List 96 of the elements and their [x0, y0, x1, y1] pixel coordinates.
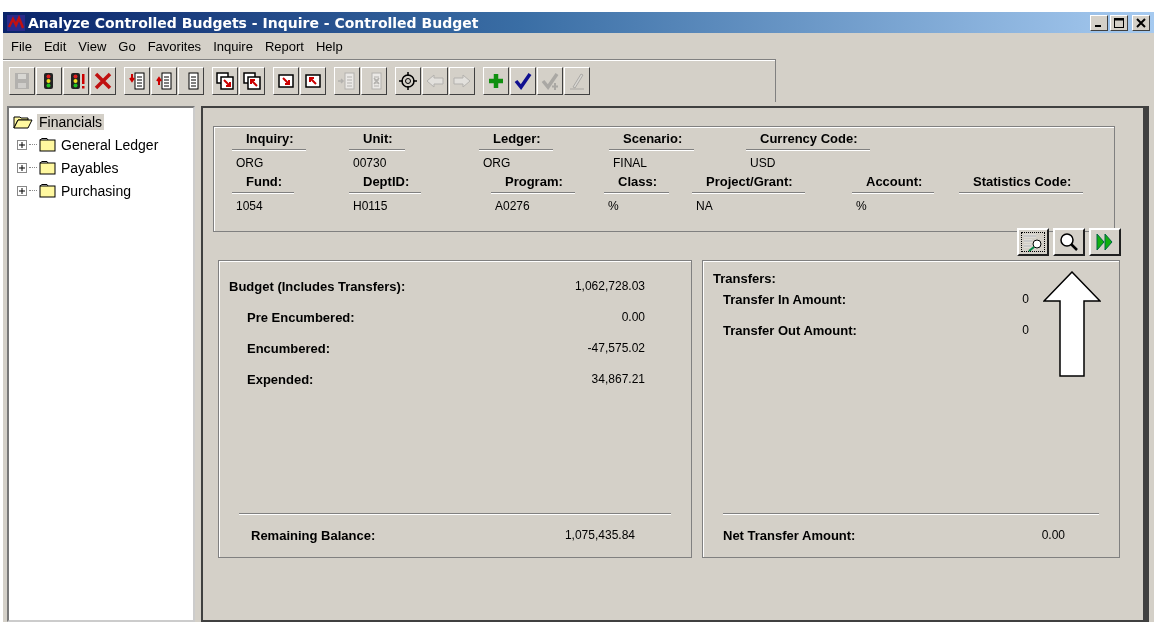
toolbar-button[interactable] — [483, 67, 509, 95]
field-label: Program: — [491, 174, 575, 193]
expand-icon[interactable] — [17, 139, 27, 150]
delete-icon — [93, 71, 113, 91]
toolbar-button[interactable] — [63, 67, 89, 95]
minimize-button[interactable] — [1090, 14, 1108, 31]
expand-icon[interactable] — [17, 162, 27, 173]
toolbar-button[interactable] — [124, 67, 150, 95]
checkmark-icon — [513, 71, 533, 91]
toolbar-button[interactable] — [510, 67, 536, 95]
field-label: Project/Grant: — [692, 174, 805, 193]
field-value: FINAL — [612, 155, 647, 172]
total-label: Remaining Balance: — [251, 528, 376, 543]
toolbar-button[interactable] — [212, 67, 238, 95]
expand-icon[interactable] — [17, 185, 27, 196]
total-label: Net Transfer Amount: — [723, 528, 856, 543]
field-label: Currency Code: — [746, 131, 870, 150]
amount-value: 0 — [1022, 323, 1029, 338]
field-value: A0276 — [494, 198, 530, 215]
section-title: Transfers: — [713, 271, 777, 286]
toolbar-button[interactable] — [178, 67, 204, 95]
arrow-up-left-icon — [303, 71, 323, 91]
app-logo-icon — [7, 14, 25, 31]
amount-label: Budget (Includes Transfers): — [229, 279, 406, 294]
tree-item[interactable]: Payables — [59, 159, 121, 176]
checkmark-plus-icon — [540, 71, 560, 91]
amount-label: Transfer Out Amount: — [723, 323, 857, 338]
tree-item[interactable]: Financials — [37, 113, 105, 130]
toolbar-button[interactable] — [151, 67, 177, 95]
field-label: Ledger: — [479, 131, 553, 150]
amount-label: Expended: — [246, 372, 314, 387]
field-value: 1054 — [235, 198, 263, 215]
window-arrow-up-icon — [242, 71, 262, 91]
amount-label: Pre Encumbered: — [246, 310, 355, 325]
field-value: NA — [695, 198, 713, 215]
field-value: 00730 — [352, 155, 387, 172]
window-title: Analyze Controlled Budgets - Inquire - Controlled Budget — [28, 14, 480, 31]
field-value: ORG — [235, 155, 264, 172]
toolbar-button[interactable] — [36, 67, 62, 95]
toolbar-button[interactable] — [90, 67, 116, 95]
folder-icon — [39, 160, 57, 175]
insert-row-above-icon — [154, 71, 174, 91]
menu-item[interactable]: File — [5, 38, 38, 54]
next-button[interactable] — [1089, 228, 1121, 256]
field-label: Class: — [604, 174, 670, 193]
field-label: DeptID: — [349, 174, 422, 193]
close-icon — [1136, 17, 1146, 28]
field-value: ORG — [482, 155, 511, 172]
folder-icon — [39, 183, 57, 198]
amount-value: 0 — [1022, 292, 1029, 307]
close-button[interactable] — [1132, 14, 1150, 31]
insert-row-icon — [127, 71, 147, 91]
maximize-button[interactable] — [1110, 14, 1128, 31]
toolbar-button[interactable] — [239, 67, 265, 95]
folder-icon — [39, 137, 57, 152]
menu-item[interactable]: Report — [258, 38, 310, 54]
total-value: 0.00 — [1041, 528, 1065, 543]
field-value: USD — [749, 155, 776, 172]
amount-label: Encumbered: — [246, 341, 331, 356]
search-icon — [1058, 231, 1080, 253]
pencil-icon — [567, 71, 587, 91]
amount-value: -47,575.02 — [587, 341, 645, 356]
menu-item[interactable]: Help — [309, 38, 349, 54]
crosshair-icon — [398, 71, 418, 91]
search-button[interactable] — [1053, 228, 1085, 256]
arrow-down-right-icon — [276, 71, 296, 91]
menu-item[interactable]: Go — [112, 38, 142, 54]
menu-item[interactable]: View — [72, 38, 113, 54]
field-label: Fund: — [232, 174, 295, 193]
tree-item[interactable]: Purchasing — [59, 182, 134, 199]
toolbar-button[interactable] — [273, 67, 299, 95]
field-value: H0115 — [352, 198, 388, 215]
field-label: Account: — [852, 174, 935, 193]
menu-item[interactable]: Edit — [37, 38, 73, 54]
row-arrow-icon — [337, 71, 357, 91]
toolbar-button[interactable] — [300, 67, 326, 95]
total-value: 1,075,435.84 — [564, 528, 635, 543]
amount-value: 1,062,728.03 — [574, 279, 645, 294]
field-value: % — [607, 198, 619, 215]
minimize-icon — [1095, 25, 1101, 27]
detail-button[interactable] — [1017, 228, 1049, 256]
toolbar-button[interactable] — [395, 67, 421, 95]
field-label: Scenario: — [609, 131, 695, 150]
field-label: Unit: — [349, 131, 405, 150]
field-label: Statistics Code: — [959, 174, 1084, 193]
plus-icon — [486, 71, 506, 91]
menu-item[interactable]: Favorites — [141, 38, 208, 54]
maximize-icon — [1114, 17, 1124, 28]
amount-label: Transfer In Amount: — [723, 292, 847, 307]
menu-item[interactable]: Inquire — [207, 38, 259, 54]
amount-value: 0.00 — [621, 310, 645, 325]
tree-item[interactable]: General Ledger — [59, 136, 161, 153]
window-arrow-icon — [215, 71, 235, 91]
amount-value: 34,867.21 — [591, 372, 645, 387]
field-label: Inquiry: — [232, 131, 306, 150]
field-value: % — [855, 198, 867, 215]
